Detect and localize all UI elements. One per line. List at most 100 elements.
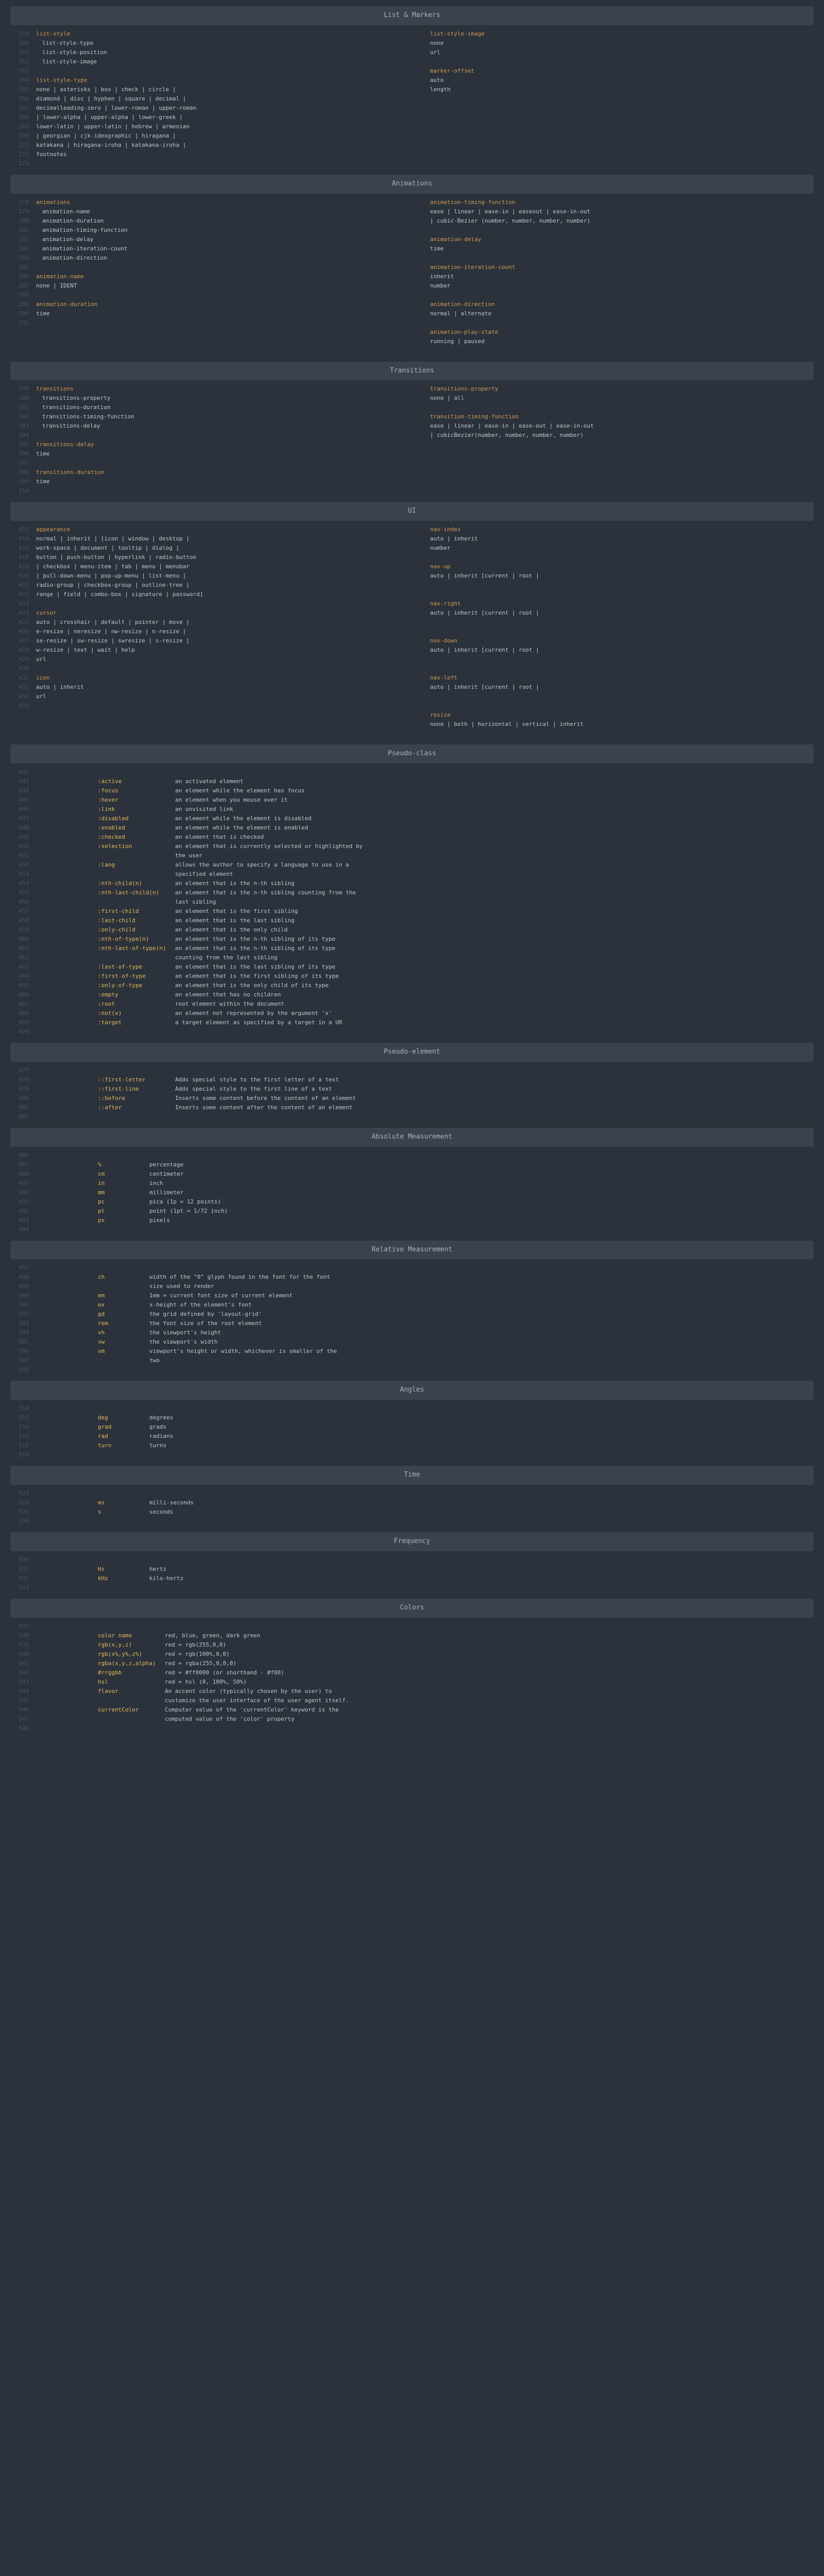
line-number: 504: [14, 1328, 29, 1337]
line-number: 541: [14, 1659, 29, 1668]
table-key: kHz: [98, 1574, 149, 1583]
property-value: url: [36, 656, 46, 663]
property-name: transitions-property: [430, 385, 498, 392]
line-number: 537: [14, 1622, 29, 1631]
table-desc: viewport's height or width, whichever is…: [149, 1347, 337, 1356]
line-number: 303: [14, 421, 29, 431]
line-number: 463: [14, 962, 29, 972]
line-number: 516: [14, 1422, 29, 1432]
line-number: 491: [14, 1197, 29, 1207]
line-number: 503: [14, 1319, 29, 1328]
line-number: 283: [14, 244, 29, 253]
table-desc: two: [149, 1356, 160, 1365]
line-number: 267: [14, 104, 29, 113]
line-number: 489: [14, 1179, 29, 1188]
property-value: number: [430, 545, 451, 551]
line-number: 418: [14, 553, 29, 562]
line-number: 545: [14, 1696, 29, 1705]
table-key: turn: [98, 1441, 149, 1450]
line-number: 304: [14, 431, 29, 440]
property-value: auto | inherit: [430, 535, 478, 542]
table-key: vh: [98, 1328, 149, 1337]
table-key: vw: [98, 1337, 149, 1347]
line-number: 548: [14, 1724, 29, 1733]
property-value: none: [430, 40, 444, 46]
table-key: currentColor: [98, 1705, 165, 1715]
line-number: 460: [14, 935, 29, 944]
table-key: :nth-last-child(n): [98, 888, 175, 897]
table-key: ch: [98, 1273, 149, 1282]
table-desc: red = rgb(255,0,0): [165, 1640, 226, 1650]
property-value: range | field | combo-box | signature | …: [36, 591, 203, 598]
line-number: 259: [14, 29, 29, 39]
property-value: auto | inherit [current | root |: [430, 609, 539, 616]
table-key: [98, 870, 175, 879]
property-name: nav-right: [430, 600, 461, 607]
table-desc: an element that has no children: [175, 990, 281, 999]
table-key: ex: [98, 1300, 149, 1310]
table-key: :hover: [98, 795, 175, 805]
section-header: Transitions: [10, 362, 814, 381]
table-key: :active: [98, 777, 175, 786]
property-name: nav-index: [430, 526, 461, 533]
property-value: inherit: [430, 273, 454, 280]
table-desc: an element that is the last sibling of i…: [175, 962, 335, 972]
line-number: 467: [14, 999, 29, 1009]
line-number: 427: [14, 636, 29, 646]
line-number: 287: [14, 281, 29, 291]
line-number: 305: [14, 440, 29, 449]
table-desc: pica (1p = 12 points): [149, 1197, 221, 1207]
line-number: 452: [14, 860, 29, 870]
line-number: 502: [14, 1310, 29, 1319]
line-number: 450: [14, 842, 29, 851]
line-number: 278: [14, 198, 29, 207]
table-desc: Inserts some content after the content o…: [175, 1103, 352, 1112]
table-key: :checked: [98, 833, 175, 842]
table-key: :empty: [98, 990, 175, 999]
table-key: :only-of-type: [98, 981, 175, 990]
line-number: 447: [14, 814, 29, 823]
property-value: button | push-button | hyperlink | radio…: [36, 554, 196, 561]
table-key: ::after: [98, 1103, 175, 1112]
property-name: animation-direction: [430, 301, 495, 308]
line-number: 306: [14, 449, 29, 459]
table-desc: the viewport's height: [149, 1328, 221, 1337]
section-header: Colors: [10, 1599, 814, 1618]
table-desc: red = #ff0000 (or shorthand - #f00): [165, 1668, 284, 1677]
property-value: auto | crosshair | default | pointer | m…: [36, 619, 190, 625]
table-desc: computed value of the 'color' property: [165, 1715, 295, 1724]
property-name: list-style: [36, 30, 70, 37]
table-key: :nth-last-of-type(n): [98, 944, 175, 953]
line-number: 263: [14, 66, 29, 76]
table-key: ::before: [98, 1094, 175, 1103]
table-key: :link: [98, 805, 175, 814]
property-value: length: [430, 86, 451, 93]
table-desc: Adds special style to the first line of …: [175, 1084, 332, 1094]
table-desc: the user: [175, 851, 202, 860]
property-sub: transitions-delay: [36, 422, 100, 429]
property-value: ease | linear | ease-in | easeout | ease…: [430, 208, 590, 215]
table-desc: red, blue, green, dark green: [165, 1631, 260, 1640]
line-number: 301: [14, 403, 29, 412]
table-desc: last sibling: [175, 897, 216, 907]
line-number: 453: [14, 870, 29, 879]
line-number: 445: [14, 795, 29, 805]
line-number: 291: [14, 318, 29, 328]
table-key: [98, 1715, 165, 1724]
line-number: 479: [14, 1084, 29, 1094]
table-desc: an unvisited link: [175, 805, 233, 814]
line-number: 289: [14, 300, 29, 309]
property-value: | cubicBezier(number, number, number, nu…: [430, 432, 583, 438]
line-number: 279: [14, 207, 29, 216]
table-desc: inch: [149, 1179, 163, 1188]
line-number: 442: [14, 768, 29, 777]
line-number: 507: [14, 1356, 29, 1365]
property-name: animation-timing-function: [430, 199, 516, 206]
property-sub: animation-iteration-count: [36, 245, 128, 252]
property-name: nav-down: [430, 637, 457, 644]
property-value: time: [36, 478, 50, 485]
line-number: 478: [14, 1075, 29, 1084]
table-desc: an element not represented by the argume…: [175, 1009, 332, 1018]
line-number: 261: [14, 48, 29, 57]
table-key: :first-of-type: [98, 972, 175, 981]
